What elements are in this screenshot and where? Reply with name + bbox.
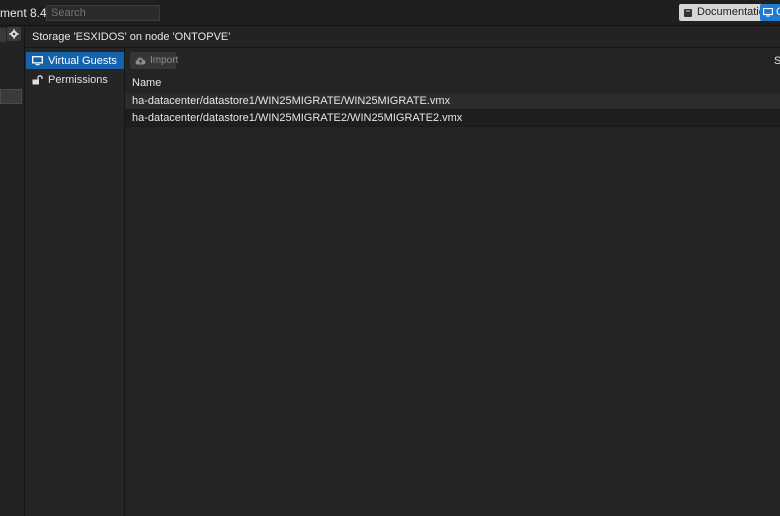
storage-subnav: Virtual Guests Permissions <box>25 48 125 516</box>
book-icon <box>683 8 693 18</box>
gear-icon[interactable] <box>7 27 21 41</box>
import-button[interactable]: Import <box>130 52 179 69</box>
monitor-icon <box>32 55 43 66</box>
virtual-guests-panel: Import S Name ha-datacenter/datastore1/W… <box>125 48 780 516</box>
page-title: Storage 'ESXIDOS' on node 'ONTOPVE' <box>32 31 231 43</box>
panel-header: Storage 'ESXIDOS' on node 'ONTOPVE' <box>25 26 780 48</box>
tree-item-selected[interactable] <box>0 89 22 104</box>
unlock-icon <box>32 74 43 85</box>
toolbar-right-label: S <box>774 55 780 67</box>
resource-tree-panel <box>0 26 25 516</box>
subnav-item-virtual-guests[interactable]: Virtual Guests <box>26 52 124 69</box>
row-name-cell: ha-datacenter/datastore1/WIN25MIGRATE2/W… <box>132 112 463 124</box>
monitor-icon <box>763 8 773 17</box>
cloud-upload-icon <box>135 57 146 65</box>
row-name-cell: ha-datacenter/datastore1/WIN25MIGRATE/WI… <box>132 95 451 107</box>
import-label: Import <box>150 55 179 66</box>
grid-header: Name <box>125 73 780 94</box>
subnav-item-label: Virtual Guests <box>48 54 117 67</box>
toolbar: Import S <box>125 48 780 73</box>
create-label: C <box>776 6 780 18</box>
top-bar: ment 8.4.1 Documentation C <box>0 0 780 26</box>
create-vm-button[interactable]: C <box>760 4 780 21</box>
subnav-item-label: Permissions <box>48 73 108 86</box>
tree-view-selector[interactable] <box>0 28 6 42</box>
subnav-item-permissions[interactable]: Permissions <box>26 71 124 88</box>
table-row[interactable]: ha-datacenter/datastore1/WIN25MIGRATE2/W… <box>125 110 780 127</box>
column-header-name[interactable]: Name <box>132 77 161 89</box>
search-input[interactable] <box>46 5 160 21</box>
table-row[interactable]: ha-datacenter/datastore1/WIN25MIGRATE/WI… <box>125 93 780 110</box>
